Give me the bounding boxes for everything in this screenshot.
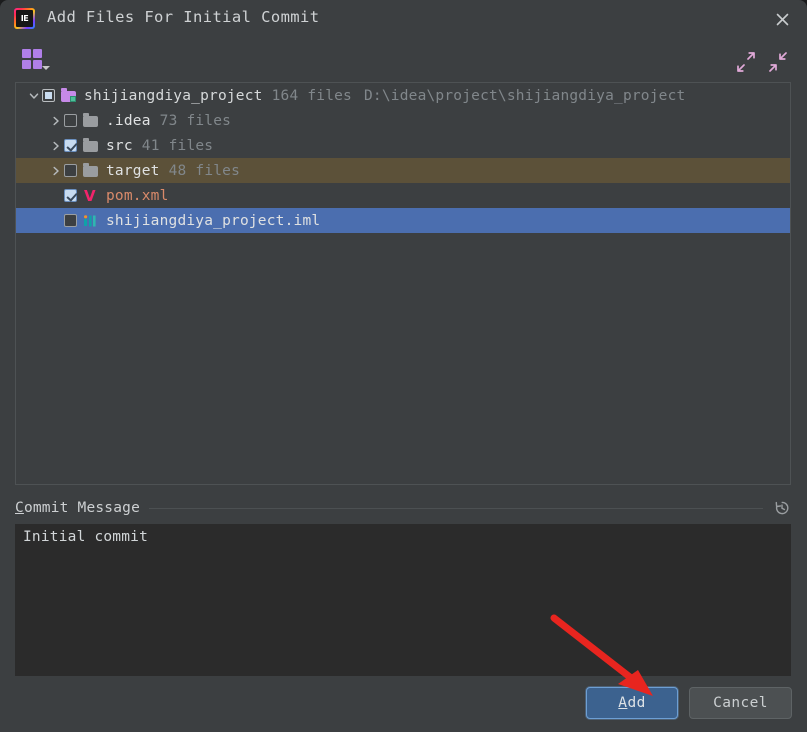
tree-row-path: D:\idea\project\shijiangdiya_project (363, 87, 686, 104)
expand-all-icon[interactable] (735, 52, 759, 74)
add-files-dialog: IE Add Files For Initial Commit shijiang… (0, 0, 807, 732)
tree-row-checkbox[interactable] (64, 214, 77, 227)
dialog-title: Add Files For Initial Commit (47, 8, 320, 26)
tree-row-checkbox[interactable] (64, 114, 77, 127)
tree-row-checkbox[interactable] (64, 139, 77, 152)
tree-row-checkbox[interactable] (42, 89, 55, 102)
commit-message-value: Initial commit (23, 529, 149, 545)
tree-row[interactable]: src 41 files (16, 133, 790, 158)
history-clock-icon[interactable] (773, 499, 791, 517)
cancel-button-label: Cancel (713, 695, 768, 711)
chevron-down-icon (42, 66, 50, 70)
tree-row[interactable]: shijiangdiya_project 164 files D:\idea\pro… (16, 83, 790, 108)
group-by-grid-icon[interactable] (22, 49, 52, 75)
folder-icon (83, 138, 100, 154)
tree-row[interactable]: shijiangdiya_project.iml (16, 208, 790, 233)
tree-row-file-count: 164 files (271, 87, 352, 104)
module-folder-icon (61, 88, 78, 104)
tree-row-name: shijiangdiya_project.iml (106, 212, 321, 229)
add-button-mnemonic: A (618, 695, 628, 711)
tree-row-name: target (106, 162, 160, 179)
tree-row-file-count: 41 files (141, 137, 214, 154)
commit-message-header: Commit Message (15, 497, 791, 519)
maven-file-icon: V (84, 186, 96, 205)
folder-icon (83, 163, 100, 179)
cancel-button[interactable]: Cancel (689, 687, 792, 719)
chevron-down-icon[interactable] (28, 89, 42, 103)
commit-message-input[interactable]: Initial commit (15, 524, 791, 676)
add-button-label: dd (627, 695, 646, 711)
chevron-right-icon[interactable] (50, 139, 64, 153)
file-tree[interactable]: shijiangdiya_project 164 files D:\idea\pro… (15, 82, 791, 485)
tree-row-name: .idea (106, 112, 151, 129)
tree-row-name: pom.xml (106, 187, 169, 204)
close-icon[interactable] (771, 8, 793, 30)
tree-row[interactable]: target 48 files (16, 158, 790, 183)
folder-icon (83, 113, 100, 129)
tree-row-file-count: 73 files (159, 112, 232, 129)
tree-toolbar (0, 44, 807, 80)
intellij-idea-icon: IE (14, 8, 35, 29)
tree-row[interactable]: Vpom.xml (16, 183, 790, 208)
dialog-titlebar: IE Add Files For Initial Commit (0, 0, 807, 38)
tree-row-file-count: 48 files (168, 162, 241, 179)
chevron-right-icon[interactable] (50, 164, 64, 178)
tree-row-name: shijiangdiya_project (84, 87, 263, 104)
commit-message-label: Commit Message (15, 500, 140, 516)
add-button[interactable]: Add (586, 687, 678, 719)
header-divider (149, 507, 763, 509)
tree-row-checkbox[interactable] (64, 164, 77, 177)
tree-row-checkbox[interactable] (64, 189, 77, 202)
tree-row-name: src (106, 137, 133, 154)
collapse-all-icon[interactable] (767, 52, 791, 74)
iml-module-file-icon (83, 213, 100, 229)
chevron-right-icon[interactable] (50, 114, 64, 128)
tree-row[interactable]: .idea 73 files (16, 108, 790, 133)
dialog-button-bar: Add Cancel (0, 684, 807, 732)
app-icon-label: IE (16, 10, 33, 27)
commit-label-mnemonic: C (15, 500, 24, 516)
commit-label-rest: ommit Message (23, 500, 141, 516)
